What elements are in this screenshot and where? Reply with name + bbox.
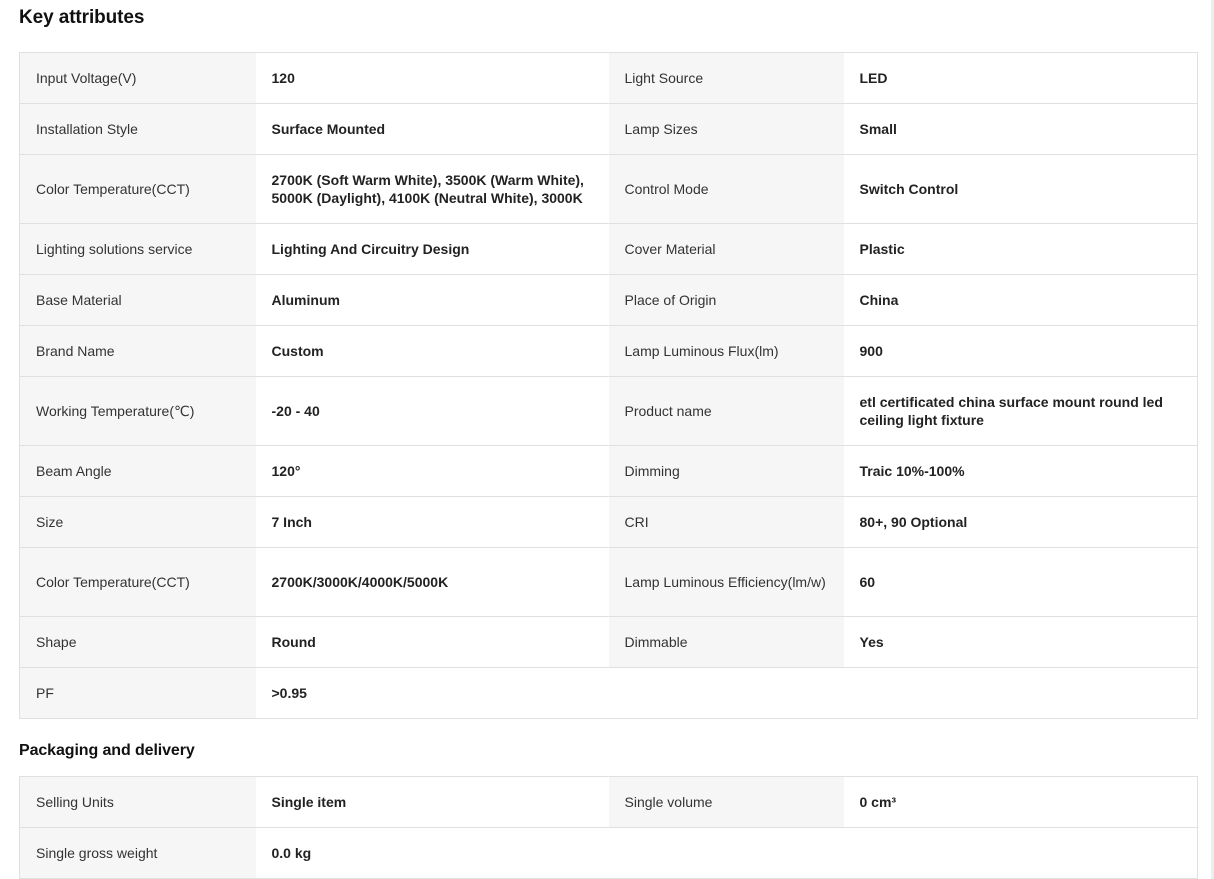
table-row: Shape Round Dimmable Yes — [19, 616, 1198, 668]
attribute-value: LED — [843, 52, 1198, 104]
attribute-label: Installation Style — [19, 103, 256, 155]
attribute-label: CRI — [608, 496, 844, 548]
attribute-value: Single item — [255, 776, 609, 828]
attribute-value: China — [843, 274, 1198, 326]
attribute-value: Surface Mounted — [255, 103, 609, 155]
attribute-value: 2700K (Soft Warm White), 3500K (Warm Whi… — [255, 154, 609, 224]
attribute-label: Input Voltage(V) — [19, 52, 256, 104]
attribute-label: Single gross weight — [19, 827, 256, 879]
attribute-label: Color Temperature(CCT) — [19, 547, 256, 617]
table-row: Base Material Aluminum Place of Origin C… — [19, 274, 1198, 326]
attribute-label: Shape — [19, 616, 256, 668]
key-attributes-table: Input Voltage(V) 120 Light Source LED In… — [19, 52, 1198, 719]
attribute-label: Single volume — [608, 776, 844, 828]
attribute-label: Cover Material — [608, 223, 844, 275]
table-row: Lighting solutions service Lighting And … — [19, 223, 1198, 275]
table-row: Installation Style Surface Mounted Lamp … — [19, 103, 1198, 155]
attribute-value: 0 cm³ — [843, 776, 1198, 828]
attribute-label: Base Material — [19, 274, 256, 326]
attribute-value: 80+, 90 Optional — [843, 496, 1198, 548]
attribute-label: Working Temperature(℃) — [19, 376, 256, 446]
table-row: Working Temperature(℃) -20 - 40 Product … — [19, 376, 1198, 446]
attribute-label: Selling Units — [19, 776, 256, 828]
table-row: Single gross weight 0.0 kg — [19, 827, 1198, 879]
attribute-value: 120° — [255, 445, 609, 497]
packaging-table: Selling Units Single item Single volume … — [19, 776, 1198, 879]
attribute-label: Lighting solutions service — [19, 223, 256, 275]
table-row: Color Temperature(CCT) 2700K (Soft Warm … — [19, 154, 1198, 224]
attribute-label: Dimming — [608, 445, 844, 497]
attribute-value: Plastic — [843, 223, 1198, 275]
empty-cell — [608, 667, 1198, 719]
attribute-label: PF — [19, 667, 256, 719]
attribute-label: Beam Angle — [19, 445, 256, 497]
attribute-value: 0.0 kg — [255, 827, 609, 879]
table-row: Color Temperature(CCT) 2700K/3000K/4000K… — [19, 547, 1198, 617]
attribute-value: Switch Control — [843, 154, 1198, 224]
attribute-value: 7 Inch — [255, 496, 609, 548]
attribute-value: Yes — [843, 616, 1198, 668]
attribute-value: 900 — [843, 325, 1198, 377]
packaging-delivery-title: Packaging and delivery — [19, 742, 195, 759]
table-row: Size 7 Inch CRI 80+, 90 Optional — [19, 496, 1198, 548]
attribute-value: 60 — [843, 547, 1198, 617]
attribute-value: 2700K/3000K/4000K/5000K — [255, 547, 609, 617]
attribute-label: Color Temperature(CCT) — [19, 154, 256, 224]
attribute-label: Control Mode — [608, 154, 844, 224]
attribute-value: etl certificated china surface mount rou… — [843, 376, 1198, 446]
table-row: Brand Name Custom Lamp Luminous Flux(lm)… — [19, 325, 1198, 377]
attribute-value: -20 - 40 — [255, 376, 609, 446]
table-row: Input Voltage(V) 120 Light Source LED — [19, 52, 1198, 104]
attribute-label: Product name — [608, 376, 844, 446]
attribute-label: Brand Name — [19, 325, 256, 377]
attribute-value: Aluminum — [255, 274, 609, 326]
product-attributes-page: Key attributes Input Voltage(V) 120 Ligh… — [0, 0, 1214, 879]
attribute-label: Lamp Sizes — [608, 103, 844, 155]
attribute-label: Place of Origin — [608, 274, 844, 326]
table-row: Beam Angle 120° Dimming Traic 10%-100% — [19, 445, 1198, 497]
attribute-value: 120 — [255, 52, 609, 104]
key-attributes-title: Key attributes — [19, 7, 145, 28]
attribute-value: Small — [843, 103, 1198, 155]
attribute-value: Traic 10%-100% — [843, 445, 1198, 497]
attribute-label: Size — [19, 496, 256, 548]
table-row: Selling Units Single item Single volume … — [19, 776, 1198, 828]
attribute-label: Lamp Luminous Flux(lm) — [608, 325, 844, 377]
attribute-value: Custom — [255, 325, 609, 377]
attribute-value: Round — [255, 616, 609, 668]
attribute-label: Lamp Luminous Efficiency(lm/w) — [608, 547, 844, 617]
attribute-label: Dimmable — [608, 616, 844, 668]
empty-cell — [608, 827, 1198, 879]
table-row: PF >0.95 — [19, 667, 1198, 719]
attribute-value: >0.95 — [255, 667, 609, 719]
attribute-label: Light Source — [608, 52, 844, 104]
attribute-value: Lighting And Circuitry Design — [255, 223, 609, 275]
